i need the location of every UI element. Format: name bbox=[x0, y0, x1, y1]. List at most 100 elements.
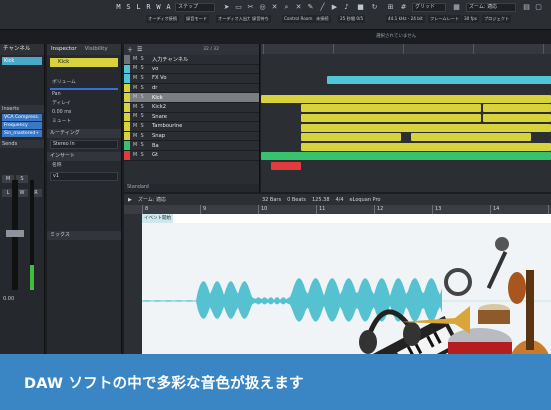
write-button[interactable]: W bbox=[154, 2, 163, 12]
track-row[interactable]: M S Kick bbox=[124, 93, 259, 103]
zoom-tool-icon[interactable]: ⌕ bbox=[282, 3, 291, 12]
add-track-icon[interactable]: ＋ bbox=[127, 45, 133, 54]
routing-input[interactable]: Stereo In bbox=[50, 140, 118, 149]
mix-section[interactable]: ミックス bbox=[47, 231, 121, 240]
grid-icon[interactable]: ▦ bbox=[452, 3, 461, 12]
editor-signature[interactable]: 4/4 bbox=[336, 197, 344, 203]
arrange-lane[interactable] bbox=[261, 75, 551, 86]
track-row[interactable]: M S Tambourine bbox=[124, 122, 259, 132]
status-chip[interactable]: 未接続 bbox=[314, 15, 331, 23]
track-row[interactable]: M S Ba bbox=[124, 141, 259, 151]
line-tool-icon[interactable]: ╱ bbox=[318, 3, 327, 12]
status-chip[interactable]: プロジェクト bbox=[482, 15, 512, 23]
split-tool-icon[interactable]: ✂ bbox=[246, 3, 255, 12]
editor-play-icon[interactable]: ▶ bbox=[128, 197, 132, 203]
sends-section[interactable]: Sends bbox=[0, 140, 44, 148]
color-tool-icon[interactable]: ■ bbox=[356, 3, 365, 12]
status-chip[interactable]: オーディオ入出力 bbox=[216, 15, 254, 23]
status-chip[interactable]: オーディオ接続 bbox=[146, 15, 180, 23]
quantize-icon[interactable]: # bbox=[399, 3, 408, 12]
track-row[interactable]: M S dr bbox=[124, 83, 259, 94]
arrange-view[interactable] bbox=[261, 44, 551, 192]
window-icon[interactable]: ▢ bbox=[534, 3, 543, 12]
arrange-lane[interactable] bbox=[261, 104, 551, 114]
editor-beats[interactable]: 0 Beats bbox=[287, 197, 306, 203]
track-mute-solo[interactable]: M S bbox=[130, 114, 148, 119]
arrange-lane[interactable] bbox=[261, 66, 551, 76]
editor-bars[interactable]: 32 Bars bbox=[262, 197, 281, 203]
mute-tool-icon[interactable]: ✕ bbox=[294, 3, 303, 12]
audio-event[interactable] bbox=[261, 94, 551, 103]
audio-event[interactable] bbox=[483, 104, 551, 113]
audio-event[interactable] bbox=[411, 123, 551, 132]
arrange-lane[interactable] bbox=[261, 123, 551, 134]
audio-event[interactable] bbox=[411, 104, 481, 113]
inserts-section[interactable]: Inserts bbox=[0, 105, 44, 113]
arrange-lane[interactable] bbox=[261, 142, 551, 153]
tab-visibility[interactable]: Visibility bbox=[81, 44, 112, 55]
track-mute-solo[interactable]: M S bbox=[130, 86, 148, 91]
track-mute-solo[interactable]: M S bbox=[130, 66, 148, 71]
read-button[interactable]: R bbox=[144, 2, 153, 12]
play-tool-icon[interactable]: ▶ bbox=[330, 3, 339, 12]
audio-event[interactable] bbox=[327, 75, 551, 84]
inserts-section[interactable]: インサート bbox=[47, 152, 121, 161]
track-row[interactable]: M S 入力チャンネル bbox=[124, 55, 259, 65]
track-mute-solo[interactable]: M S bbox=[130, 134, 148, 139]
track-row[interactable]: M S Snare bbox=[124, 112, 259, 123]
track-row[interactable]: M S FX Vo bbox=[124, 74, 259, 84]
status-chip[interactable]: 30 fps bbox=[462, 15, 479, 23]
track-mute-solo[interactable]: M S bbox=[130, 95, 148, 100]
automation-button[interactable]: A bbox=[164, 2, 173, 12]
insert-slot[interactable]: VCA Compress. bbox=[2, 114, 42, 121]
track-row[interactable]: M S vo bbox=[124, 64, 259, 75]
loop-icon[interactable]: ↻ bbox=[370, 3, 379, 12]
mode-dropdown[interactable]: ステップ bbox=[175, 3, 215, 12]
arrange-lane[interactable] bbox=[261, 133, 551, 143]
status-chip[interactable]: 録音モード bbox=[184, 15, 209, 23]
arrange-lane[interactable] bbox=[261, 114, 551, 124]
track-mute-solo[interactable]: M S bbox=[130, 124, 148, 129]
audio-event[interactable] bbox=[411, 114, 481, 122]
layout-icon[interactable]: ▤ bbox=[522, 3, 531, 12]
track-row[interactable]: M S Gt bbox=[124, 150, 259, 161]
arrange-lane[interactable] bbox=[261, 94, 551, 105]
track-row[interactable]: M S Kick2 bbox=[124, 102, 259, 113]
volume-row[interactable]: ボリューム bbox=[50, 79, 118, 87]
snap-icon[interactable]: ⊞ bbox=[386, 3, 395, 12]
erase-tool-icon[interactable]: ✕ bbox=[270, 3, 279, 12]
snap-type-dropdown[interactable]: グリッド bbox=[412, 3, 446, 12]
status-chip[interactable]: 録音待ち bbox=[250, 15, 271, 23]
delay-value[interactable]: 0.00 ms bbox=[50, 109, 118, 117]
comp-tool-icon[interactable]: ♪ bbox=[342, 3, 351, 12]
status-chip[interactable]: フレームレート bbox=[428, 15, 462, 23]
insert-slot[interactable]: Frequency bbox=[2, 122, 42, 129]
inspector-track-name[interactable]: Kick bbox=[50, 58, 118, 67]
insert-slot[interactable]: Sin_mastered+ bbox=[2, 130, 42, 137]
status-chip[interactable]: 44.1 kHz - 24 bit bbox=[386, 15, 425, 23]
event-start-marker[interactable]: イベント開始 bbox=[142, 214, 173, 223]
zoom-dropdown[interactable]: ズーム: 適応 bbox=[466, 3, 516, 12]
glue-tool-icon[interactable]: ◎ bbox=[258, 3, 267, 12]
range-tool-icon[interactable]: ▭ bbox=[234, 3, 243, 12]
arrange-lane[interactable] bbox=[261, 152, 551, 162]
arrange-lane[interactable] bbox=[261, 85, 551, 95]
audio-event[interactable] bbox=[271, 162, 301, 170]
arrange-lane[interactable] bbox=[261, 162, 551, 172]
editor-algorithm[interactable]: eLoquan Pro bbox=[350, 197, 381, 203]
status-chip[interactable]: 25 秒間 0/5 bbox=[338, 15, 366, 23]
editor-tempo[interactable]: 125.38 bbox=[312, 197, 330, 203]
arrange-ruler[interactable] bbox=[261, 44, 551, 54]
channel-name[interactable]: Kick bbox=[2, 57, 42, 65]
mute-row[interactable]: ミュート bbox=[50, 118, 118, 126]
track-menu-icon[interactable]: ☰ bbox=[137, 46, 142, 53]
track-mute-solo[interactable]: M S bbox=[130, 143, 148, 148]
track-mute-solo[interactable]: M S bbox=[130, 105, 148, 110]
audio-event[interactable] bbox=[301, 142, 551, 151]
pan-row[interactable]: Pan bbox=[50, 91, 118, 99]
mute-button[interactable]: M bbox=[114, 2, 123, 12]
pointer-tool-icon[interactable]: ➤ bbox=[222, 3, 231, 12]
track-mute-solo[interactable]: M S bbox=[130, 76, 148, 81]
track-row[interactable]: M S Snap bbox=[124, 131, 259, 142]
volume-fader-handle[interactable] bbox=[6, 230, 24, 237]
